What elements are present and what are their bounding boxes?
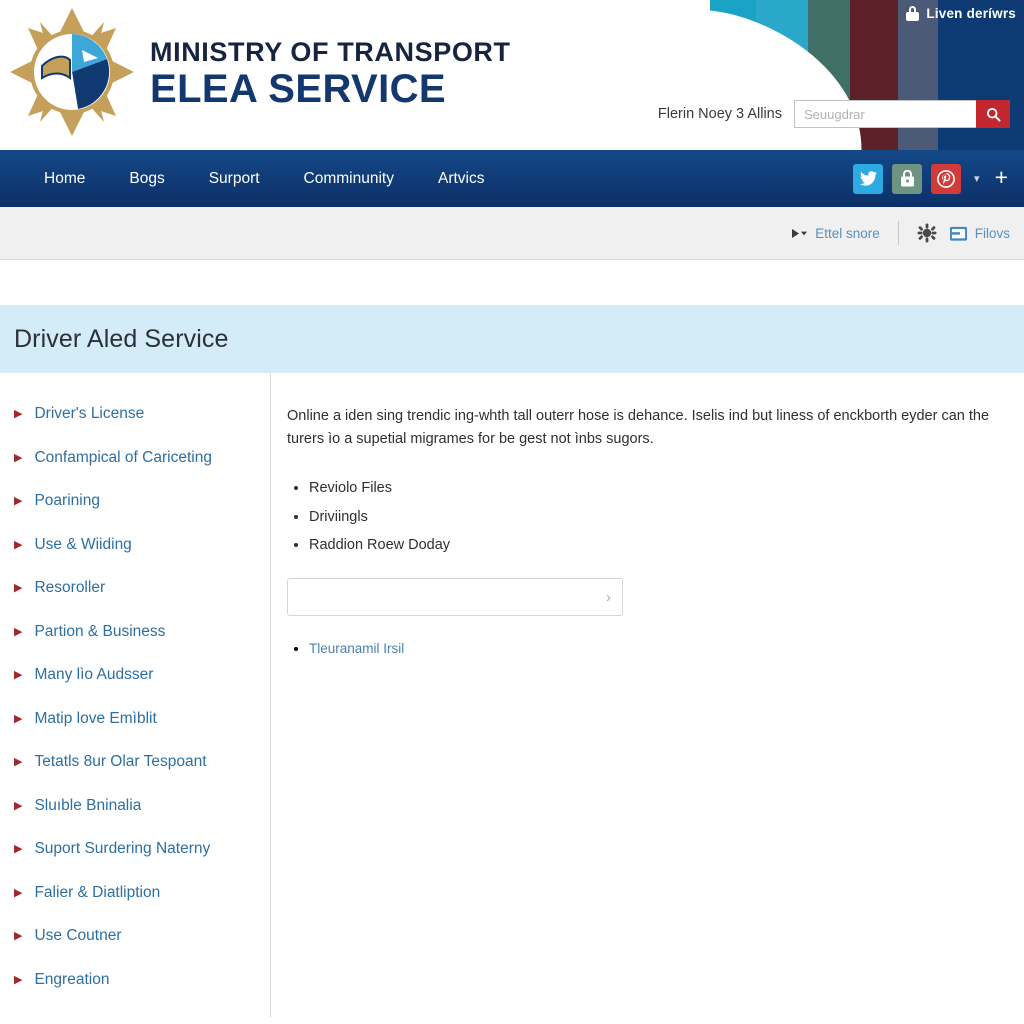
- lock-bag-icon[interactable]: [892, 163, 923, 194]
- sidebar-item-use-and-wiiding[interactable]: ▶ Use & Wiiding: [0, 534, 270, 578]
- site-logo[interactable]: MINISTRY OF TRANSPORT ELEA SERVICE: [8, 6, 511, 138]
- secondary-toolbar: Ettel snore Filovs: [0, 207, 1024, 260]
- search-input[interactable]: [794, 100, 976, 128]
- logo-line-ministry: MINISTRY OF TRANSPORT: [150, 37, 511, 68]
- toolbar-divider: [897, 221, 899, 245]
- sidebar-navigation: ▶ Driver's License ▶ Confampical of Cari…: [0, 373, 271, 1017]
- sidebar-item-label: Engreation: [34, 970, 110, 988]
- nav-item-artvics[interactable]: Artvics: [416, 150, 507, 207]
- intro-paragraph: Online a iden sing trendic ing-whth tall…: [287, 408, 990, 448]
- chevron-right-icon: ›: [606, 588, 611, 606]
- sidebar-item-resoroller[interactable]: ▶ Resoroller: [0, 577, 270, 621]
- logo-wordmark: MINISTRY OF TRANSPORT ELEA SERVICE: [150, 34, 511, 111]
- nav-item-comminunity[interactable]: Comminunity: [282, 150, 416, 207]
- service-select-field[interactable]: ›: [287, 578, 623, 617]
- search-submit-button[interactable]: [976, 100, 1010, 128]
- main-navigation: Home Bogs Surport Comminunity Artvics ▾ …: [0, 150, 1024, 207]
- site-header: Liven deríwrs MINISTRY OF TRANSPORT ELEA…: [0, 0, 1024, 150]
- triangle-right-icon: ▶: [14, 669, 23, 681]
- triangle-right-icon: ▶: [14, 712, 23, 725]
- list-item: Raddion Roew Doday: [309, 531, 1024, 560]
- toolbar-share-label: Ettel snore: [815, 225, 880, 241]
- folder-icon: [949, 226, 967, 241]
- sidebar-item-partion-and-business[interactable]: ▶ Partion & Business: [0, 621, 270, 665]
- sidebar-item-label: Confampical of Cariceting: [34, 448, 212, 466]
- pinterest-icon[interactable]: [931, 163, 962, 194]
- triangle-right-icon: ▶: [14, 843, 23, 855]
- content-bullet-list: Reviolo Files Driviingls Raddion Roew Do…: [287, 474, 1024, 560]
- nav-item-surport[interactable]: Surport: [187, 150, 282, 207]
- sidebar-item-label: Poarining: [34, 492, 100, 509]
- sidebar-item-suport-surdering-naterny[interactable]: ▶ Suport Surdering Naterny: [0, 838, 270, 882]
- page-body: ▶ Driver's License ▶ Confampical of Cari…: [0, 373, 1024, 1017]
- content-link[interactable]: Tleuranamil Irsil: [309, 641, 404, 656]
- page-title-banner: Driver Aled Service: [0, 305, 1024, 373]
- twitter-icon[interactable]: [853, 163, 884, 194]
- sidebar-item-poarining[interactable]: ▶ Poarining: [0, 490, 270, 534]
- sidebar-item-label: Tetatls 8ur Olar Tespoant: [34, 753, 207, 770]
- triangle-right-icon: ▶: [14, 799, 23, 812]
- list-item: Driviingls: [309, 503, 1024, 532]
- sidebar-item-label: Use & Wiiding: [34, 535, 132, 553]
- triangle-right-icon: ▶: [14, 538, 23, 551]
- toolbar-share-group[interactable]: Ettel snore: [791, 226, 880, 241]
- triangle-right-icon: ▶: [14, 973, 23, 986]
- triangle-right-icon: ▶: [14, 408, 23, 420]
- sidebar-item-falier-and-diatliption[interactable]: ▶ Falier & Diatliption: [0, 882, 270, 926]
- list-item: Reviolo Files: [309, 474, 1024, 503]
- nav-item-home[interactable]: Home: [22, 150, 107, 207]
- secure-badge-label: Liven deríwrs: [926, 6, 1016, 21]
- header-search: Flerin Noey 3 Allins: [658, 100, 1010, 128]
- toolbar-files-label: Filovs: [974, 225, 1010, 241]
- search-label: Flerin Noey 3 Allins: [657, 106, 782, 122]
- sidebar-item-label: Suport Surdering Naterny: [34, 840, 211, 857]
- sidebar-item-use-coutner[interactable]: ▶ Use Coutner: [0, 925, 270, 969]
- nav-item-bogs[interactable]: Bogs: [107, 150, 186, 207]
- content-link-list: Tleuranamil Irsil: [287, 636, 1024, 662]
- logo-line-service: ELEA SERVICE: [150, 66, 446, 111]
- triangle-right-icon: ▶: [14, 756, 23, 768]
- list-item: Tleuranamil Irsil: [309, 636, 1024, 662]
- add-plus-icon[interactable]: +: [993, 165, 1014, 192]
- gear-icon[interactable]: [917, 223, 937, 243]
- nav-social-cluster: ▾ +: [853, 163, 1014, 194]
- search-icon: [986, 107, 1001, 122]
- sidebar-item-matip-love-emiblit[interactable]: ▶ Matip love Emìblit: [0, 708, 270, 752]
- sidebar-item-tetatls-8ur-olar-tespoant[interactable]: ▶ Tetatls 8ur Olar Tespoant: [0, 751, 270, 795]
- sidebar-item-label: Matip love Emìblit: [34, 709, 157, 727]
- triangle-right-icon: ▶: [14, 886, 23, 899]
- sidebar-item-confampical-of-cariceting[interactable]: ▶ Confampical of Cariceting: [0, 447, 270, 491]
- sidebar-item-label: Falier & Diatliption: [34, 883, 161, 901]
- triangle-right-icon: ▶: [14, 582, 23, 594]
- triangle-right-icon: ▶: [14, 625, 23, 638]
- sidebar-item-many-lio-audsser[interactable]: ▶ Many lìo Audsser: [0, 664, 270, 708]
- nav-item-list: Home Bogs Surport Comminunity Artvics: [0, 150, 507, 207]
- sidebar-item-label: Sluıble Bninalia: [34, 796, 142, 814]
- sidebar-item-drivers-license[interactable]: ▶ Driver's License: [0, 403, 270, 447]
- play-dropdown-icon: [792, 228, 808, 238]
- ministry-crest-starburst-icon: [10, 8, 134, 136]
- sidebar-item-label: Many lìo Audsser: [34, 666, 154, 683]
- sidebar-item-label: Resoroller: [34, 579, 106, 596]
- toolbar-files-group[interactable]: Filovs: [949, 225, 1010, 242]
- search-box: [794, 100, 1010, 128]
- triangle-right-icon: ▶: [14, 495, 23, 507]
- sidebar-item-engreation[interactable]: ▶ Engreation: [0, 969, 270, 1013]
- lock-icon: [906, 6, 920, 21]
- secure-connection-badge: Liven deríwrs: [906, 6, 1016, 21]
- page-title: Driver Aled Service: [14, 324, 229, 353]
- sidebar-item-label: Partion & Business: [34, 622, 166, 640]
- sidebar-item-sluible-bninalia[interactable]: ▶ Sluıble Bninalia: [0, 795, 270, 839]
- triangle-right-icon: ▶: [14, 930, 23, 942]
- chevron-down-icon[interactable]: ▾: [970, 172, 984, 185]
- sidebar-item-label: Use Coutner: [34, 927, 122, 944]
- sidebar-item-label: Driver's License: [34, 405, 145, 422]
- main-content: Online a iden sing trendic ing-whth tall…: [271, 373, 1024, 1017]
- triangle-right-icon: ▶: [14, 451, 23, 464]
